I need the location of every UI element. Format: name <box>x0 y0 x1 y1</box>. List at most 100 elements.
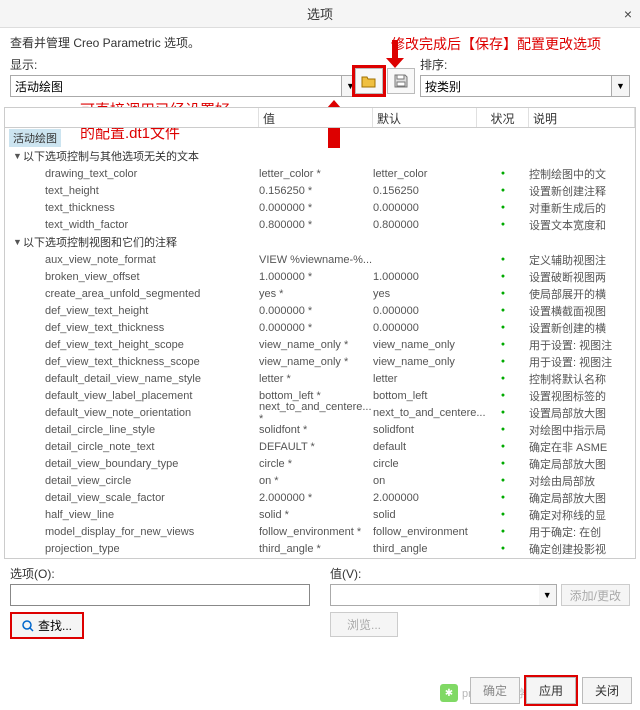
opt-default: bottom_left <box>373 390 477 402</box>
opt-desc: 设置文本宽度和 <box>529 217 635 233</box>
opt-name: default_view_note_orientation <box>5 407 259 419</box>
opt-name: def_view_text_thickness <box>5 322 259 334</box>
opt-name: default_detail_view_name_style <box>5 373 259 385</box>
opt-default: 1.000000 <box>373 271 477 283</box>
opt-desc: 确定创建投影视 <box>529 541 635 557</box>
table-row[interactable]: def_view_text_height0.000000 *0.000000●设… <box>5 302 635 319</box>
col-name <box>5 108 259 127</box>
opt-default: letter_color <box>373 168 477 180</box>
search-icon <box>22 620 34 632</box>
chevron-down-icon[interactable]: ▼ <box>539 584 557 606</box>
sort-combo[interactable]: ▼ <box>420 75 630 97</box>
grid-header: 值 默认 状况 说明 <box>5 108 635 128</box>
opt-desc: 对绘图中指示局 <box>529 422 635 438</box>
opt-value: 0.800000 * <box>259 219 373 231</box>
table-row[interactable]: detail_circle_line_stylesolidfont *solid… <box>5 421 635 438</box>
titlebar: 选项 × <box>0 0 640 28</box>
status-dot: ● <box>477 256 529 263</box>
status-dot: ● <box>477 511 529 518</box>
opt-desc: 设置局部放大图 <box>529 405 635 421</box>
opt-value: 2.000000 * <box>259 492 373 504</box>
table-row[interactable]: aux_view_note_formatVIEW %viewname-%...●… <box>5 251 635 268</box>
opt-name: model_display_for_new_views <box>5 526 259 538</box>
status-dot: ● <box>477 545 529 552</box>
status-dot: ● <box>477 426 529 433</box>
opt-name: def_view_text_height <box>5 305 259 317</box>
status-dot: ● <box>477 221 529 228</box>
opt-default: next_to_and_centere... <box>373 407 477 419</box>
annotation-arrow-down <box>386 40 404 68</box>
subtitle: 查看并管理 Creo Parametric 选项。 <box>10 34 351 54</box>
status-dot: ● <box>477 443 529 450</box>
sort-input[interactable] <box>420 75 612 97</box>
options-grid: 值 默认 状况 说明 活动绘图 ▼以下选项控制与其他选项无关的文本 drawin… <box>4 107 636 559</box>
table-row[interactable]: detail_circle_note_textDEFAULT *default●… <box>5 438 635 455</box>
opt-default: view_name_only <box>373 356 477 368</box>
opt-default: 0.800000 <box>373 219 477 231</box>
status-dot: ● <box>477 307 529 314</box>
option-input[interactable] <box>10 584 310 606</box>
opt-name: detail_circle_note_text <box>5 441 259 453</box>
status-dot: ● <box>477 170 529 177</box>
opt-value: follow_environment * <box>259 526 373 538</box>
status-dot: ● <box>477 324 529 331</box>
window-title: 选项 <box>307 4 333 23</box>
opt-desc: 用于确定: 在创 <box>529 524 635 540</box>
group-row[interactable]: ▼以下选项控制视图和它们的注释 <box>5 233 635 251</box>
grid-body[interactable]: 活动绘图 ▼以下选项控制与其他选项无关的文本 drawing_text_colo… <box>5 128 635 558</box>
table-row[interactable]: default_detail_view_name_styleletter *le… <box>5 370 635 387</box>
table-row[interactable]: projection_typethird_angle *third_angle●… <box>5 540 635 557</box>
table-row[interactable]: text_thickness0.000000 *0.000000●对重新生成后的 <box>5 199 635 216</box>
value-label: 值(V): <box>330 565 630 582</box>
open-config-button[interactable] <box>355 68 383 94</box>
opt-default: 0.000000 <box>373 202 477 214</box>
value-input[interactable] <box>330 584 539 606</box>
table-row[interactable]: drawing_text_colorletter_color *letter_c… <box>5 165 635 182</box>
collapse-icon[interactable]: ▼ <box>13 151 23 161</box>
table-row[interactable]: text_height0.156250 *0.156250●设置新创建注释 <box>5 182 635 199</box>
col-default: 默认 <box>373 108 477 127</box>
status-dot: ● <box>477 375 529 382</box>
status-dot: ● <box>477 341 529 348</box>
table-row[interactable]: def_view_text_thickness_scopeview_name_o… <box>5 353 635 370</box>
opt-name: drawing_text_color <box>5 168 259 180</box>
opt-default: default <box>373 441 477 453</box>
close-button[interactable]: 关闭 <box>582 677 632 704</box>
opt-value: 0.000000 * <box>259 305 373 317</box>
status-dot: ● <box>477 392 529 399</box>
table-row[interactable]: detail_view_circleon *on●对绘由局部放 <box>5 472 635 489</box>
apply-button[interactable]: 应用 <box>526 677 576 704</box>
table-row[interactable]: detail_view_scale_factor2.000000 *2.0000… <box>5 489 635 506</box>
find-button[interactable]: 查找... <box>10 612 84 639</box>
table-row[interactable]: model_display_for_new_viewsfollow_enviro… <box>5 523 635 540</box>
display-combo[interactable]: ▼ <box>10 75 360 97</box>
table-row[interactable]: broken_view_offset1.000000 *1.000000●设置破… <box>5 268 635 285</box>
status-dot: ● <box>477 273 529 280</box>
folder-open-icon <box>361 74 377 88</box>
table-row[interactable]: default_view_note_orientation next_to_and… <box>5 404 635 421</box>
display-label: 显示: <box>10 56 360 73</box>
opt-desc: 对绘由局部放 <box>529 473 635 489</box>
display-input[interactable] <box>10 75 342 97</box>
table-row[interactable]: def_view_text_thickness0.000000 *0.00000… <box>5 319 635 336</box>
combo-row: 显示: ▼ 排序: ▼ <box>0 56 640 101</box>
opt-name: def_view_text_height_scope <box>5 339 259 351</box>
opt-value: 0.000000 * <box>259 322 373 334</box>
opt-value: third_angle * <box>259 543 373 555</box>
close-icon[interactable]: × <box>624 6 632 22</box>
status-dot: ● <box>477 204 529 211</box>
chevron-down-icon[interactable]: ▼ <box>612 75 630 97</box>
sort-label: 排序: <box>420 56 630 73</box>
table-row[interactable]: def_view_text_height_scopeview_name_only… <box>5 336 635 353</box>
group-row[interactable]: ▼以下选项控制与其他选项无关的文本 <box>5 147 635 165</box>
table-row[interactable]: detail_view_boundary_typecircle *circle●… <box>5 455 635 472</box>
collapse-icon[interactable]: ▼ <box>13 237 23 247</box>
table-row[interactable]: half_view_linesolid *solid●确定对称线的显 <box>5 506 635 523</box>
table-row[interactable]: create_area_unfold_segmentedyes *yes●使局部… <box>5 285 635 302</box>
value-combo[interactable]: ▼ <box>330 584 557 606</box>
table-row[interactable]: text_width_factor0.800000 *0.800000●设置文本… <box>5 216 635 233</box>
subtitle-row: 查看并管理 Creo Parametric 选项。 修改完成后【保存】配置更改选… <box>0 28 640 56</box>
browse-button: 浏览... <box>330 612 398 637</box>
save-config-button[interactable] <box>387 68 415 94</box>
opt-name: broken_view_offset <box>5 271 259 283</box>
